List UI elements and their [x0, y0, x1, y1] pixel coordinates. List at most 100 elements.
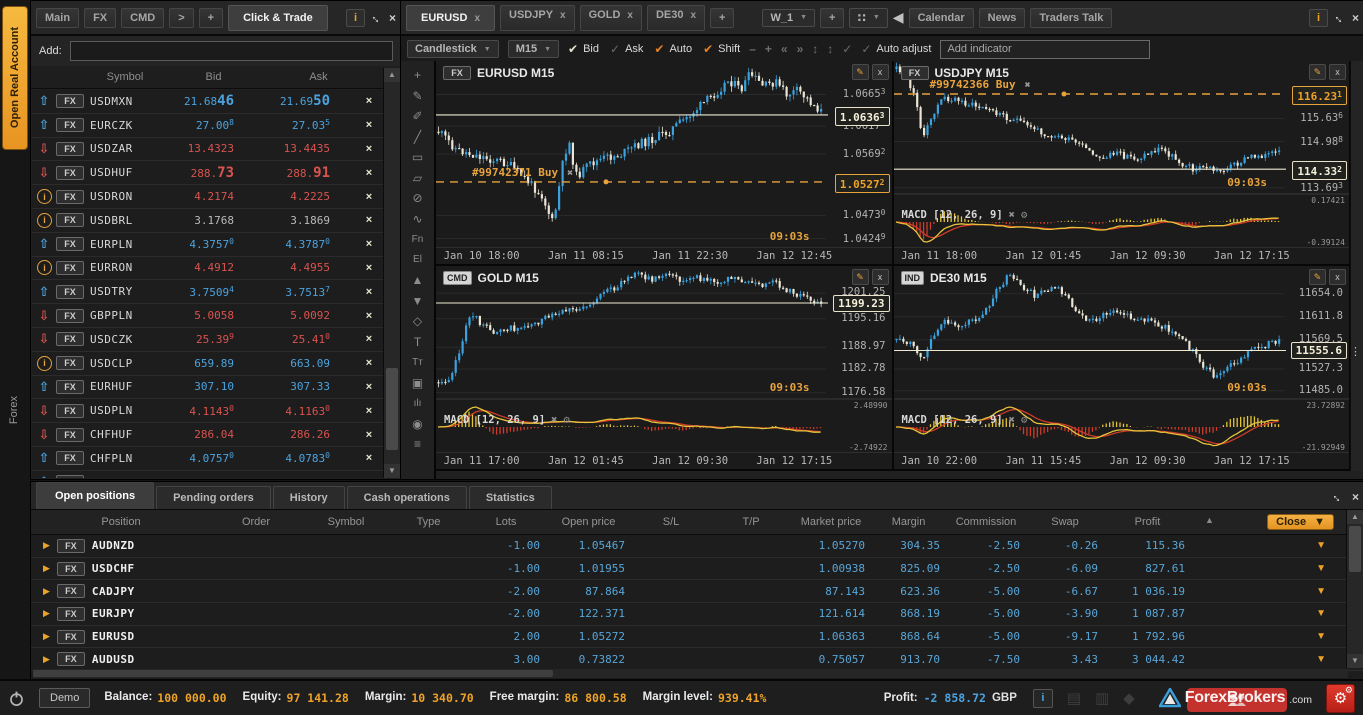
splitter-handle-right[interactable]: ⋮ — [1350, 349, 1361, 355]
tab-cash-operations[interactable]: Cash operations — [347, 486, 467, 509]
scroll-down-icon[interactable]: ▼ — [1347, 654, 1363, 668]
market-watch-row[interactable]: ⇧FXUSDMXN21.684621.6950× — [32, 90, 384, 114]
market-watch-row[interactable]: ⇩FXCHFHUF286.04286.26× — [32, 423, 384, 447]
arrow-down-tool-icon[interactable]: ▼ — [405, 291, 431, 312]
expand-row-icon[interactable]: ▶ — [43, 608, 50, 619]
expand-row-icon[interactable]: ▶ — [43, 654, 50, 665]
position-row[interactable]: ▶FXAUDUSD3.000.738220.75057913.70-7.503.… — [31, 648, 1363, 671]
checkbox-auto[interactable]: ✔Auto — [654, 42, 692, 56]
chart-tab-de30[interactable]: DE30x — [647, 5, 705, 31]
open-real-account-tab[interactable]: Open Real Account — [2, 6, 28, 150]
market-watch-row[interactable]: iFXUSDBRL3.17683.1869× — [32, 209, 384, 233]
row-actions-icon[interactable]: ▼ — [1191, 654, 1363, 665]
panel-close-icon[interactable]: × — [389, 11, 396, 25]
charts-scrollbar[interactable]: ⋮ — [1350, 61, 1363, 471]
remove-symbol-button[interactable]: × — [354, 286, 384, 298]
market-watch-tab[interactable]: Main — [36, 8, 79, 28]
tab-history[interactable]: History — [273, 486, 345, 509]
panel-close-icon[interactable]: × — [1352, 11, 1359, 25]
edit-chart-icon[interactable]: ✎ — [852, 269, 869, 285]
close-chart-icon[interactable]: x — [1329, 64, 1346, 80]
market-watch-row[interactable]: ⇩FXGBPPLN5.00585.0092× — [32, 304, 384, 328]
chart-tab-gold[interactable]: GOLDx — [580, 5, 642, 31]
chart-de30[interactable]: INDDE30 M15✎x11654.011611.811569.511527.… — [894, 266, 1352, 471]
marker-tool-icon[interactable]: ✐ — [405, 106, 431, 127]
remove-symbol-button[interactable]: × — [354, 95, 384, 107]
panel-info-icon[interactable]: i — [1309, 9, 1328, 27]
market-watch-row[interactable]: ⇧FXEURPLN4.375704.37870× — [32, 233, 384, 257]
scroll-left-icon[interactable]: « — [781, 42, 788, 56]
remove-symbol-button[interactable]: × — [354, 381, 384, 393]
chart-eurusd[interactable]: FXEURUSD M15✎x1.066531.061721.056921.047… — [436, 61, 894, 266]
add-period-button[interactable]: + — [820, 8, 844, 28]
close-tab-icon[interactable]: x — [560, 10, 566, 21]
expand-row-icon[interactable]: ▶ — [43, 586, 50, 597]
market-watch-tab[interactable]: CMD — [121, 8, 164, 28]
layout-dropdown[interactable]: ∷▼ — [849, 8, 887, 28]
back-icon[interactable]: ◀ — [893, 9, 904, 26]
check-icon[interactable]: ✓ — [842, 42, 852, 56]
snapshot-tool-icon[interactable]: ◉ — [405, 414, 431, 435]
zoom-in-icon[interactable]: + — [765, 42, 772, 56]
scroll-right-icon[interactable]: » — [797, 42, 804, 56]
text-tool-icon[interactable]: T — [405, 332, 431, 353]
expand-row-icon[interactable]: ▶ — [43, 540, 50, 551]
remove-symbol-button[interactable]: × — [354, 119, 384, 131]
remove-symbol-button[interactable]: × — [354, 214, 384, 226]
row-actions-icon[interactable]: ▼ — [1191, 540, 1363, 551]
market-watch-row[interactable]: ⇧FXUSDILS3.82273.8261× — [32, 471, 384, 478]
remove-symbol-button[interactable]: × — [354, 476, 384, 478]
market-watch-row[interactable]: iFXUSDCLP659.89663.09× — [32, 352, 384, 376]
account-mode-button[interactable]: Demo — [39, 688, 90, 708]
scroll-up-icon[interactable]: ▲ — [384, 68, 400, 82]
arrow-up-tool-icon[interactable]: ▲ — [405, 270, 431, 291]
remove-symbol-button[interactable]: × — [354, 238, 384, 250]
market-watch-row[interactable]: ⇩FXUSDPLN4.114304.11630× — [32, 399, 384, 423]
panel-info-icon[interactable]: i — [346, 9, 365, 27]
position-row[interactable]: ▶FXAUDNZD-1.001.054671.05270304.35-2.50-… — [31, 535, 1363, 558]
chart-tab-eurusd[interactable]: EURUSDx — [406, 5, 495, 31]
shapes-tool-icon[interactable]: ◇ — [405, 311, 431, 332]
checkbox-ask[interactable]: ✓Ask — [610, 42, 643, 56]
position-row[interactable]: ▶FXUSDCHF-1.001.019551.00938825.09-2.50-… — [31, 558, 1363, 581]
list-tool-icon[interactable]: ≡ — [405, 434, 431, 455]
market-watch-row[interactable]: ⇧FXEURHUF307.10307.33× — [32, 376, 384, 400]
vscale-icon[interactable]: ↕ — [812, 42, 818, 56]
market-watch-row[interactable]: ⇩FXUSDHUF288.73288.91× — [32, 161, 384, 185]
row-actions-icon[interactable]: ▼ — [1191, 586, 1363, 597]
close-chart-icon[interactable]: x — [872, 269, 889, 285]
power-icon[interactable] — [8, 690, 25, 707]
macd-remove-icon[interactable]: ✖ — [551, 414, 557, 426]
new-chart-tab[interactable]: + — [710, 8, 734, 28]
elliott-tool-icon[interactable]: El — [405, 250, 431, 271]
auto-adjust-checkbox[interactable]: ✓Auto adjust — [861, 42, 931, 56]
function-tool-icon[interactable]: Fn — [405, 229, 431, 250]
remove-symbol-button[interactable]: × — [354, 452, 384, 464]
vscale2-icon[interactable]: ↕ — [827, 42, 833, 56]
panel-expand-icon[interactable]: ↔ — [371, 11, 383, 25]
tab-open-positions[interactable]: Open positions — [36, 482, 154, 509]
panel-expand-icon[interactable]: ↔ — [1334, 11, 1346, 25]
close-chart-icon[interactable]: x — [872, 64, 889, 80]
profit-info-icon[interactable]: i — [1033, 689, 1053, 708]
hline-tool-icon[interactable]: ▭ — [405, 147, 431, 168]
chart-type-dropdown[interactable]: Candlestick▼ — [407, 40, 499, 58]
tab-statistics[interactable]: Statistics — [469, 486, 552, 509]
market-watch-scrollbar[interactable]: ▲ ▼ — [383, 68, 400, 478]
row-actions-icon[interactable]: ▼ — [1191, 631, 1363, 642]
expand-row-icon[interactable]: ▶ — [43, 563, 50, 574]
position-row[interactable]: ▶FXEURJPY-2.00122.371121.614868.19-5.00-… — [31, 603, 1363, 626]
layout-grid-icon[interactable]: ▥ — [1095, 689, 1109, 707]
market-watch-row[interactable]: iFXEURRON4.49124.4955× — [32, 257, 384, 281]
chart-usdjpy[interactable]: FXUSDJPY M15✎x115.636114.988113.693114.3… — [894, 61, 1352, 266]
close-chart-icon[interactable]: x — [1329, 269, 1346, 285]
tab-traders-talk[interactable]: Traders Talk — [1030, 8, 1112, 28]
row-actions-icon[interactable]: ▼ — [1191, 608, 1363, 619]
diamond-icon[interactable]: ◆ — [1123, 689, 1135, 707]
remove-symbol-button[interactable]: × — [354, 262, 384, 274]
channel-tool-icon[interactable]: ▱ — [405, 168, 431, 189]
add-indicator-input[interactable] — [940, 40, 1150, 59]
market-watch-row[interactable]: iFXUSDRON4.21744.2225× — [32, 185, 384, 209]
chart-tab-usdjpy[interactable]: USDJPYx — [500, 5, 575, 31]
scroll-down-icon[interactable]: ▼ — [384, 464, 400, 478]
